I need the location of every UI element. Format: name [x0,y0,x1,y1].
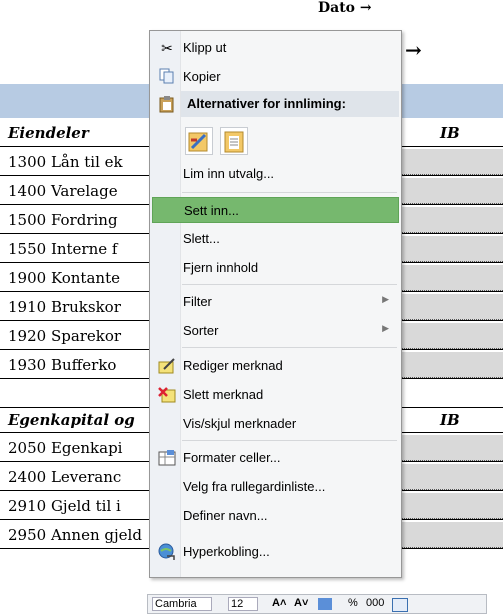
menu-item-edit-comment[interactable]: Rediger merknad [152,353,399,379]
font-size-select[interactable]: 12 [228,597,259,611]
ib-header: IB [440,124,460,142]
clipboard-icon [158,95,176,118]
menu-item-define-name[interactable]: Definer navn... [152,503,399,529]
menu-item-pick-list[interactable]: Velg fra rullegardinliste... [152,474,399,500]
row-label: 2050 Egenkapi [8,439,123,457]
ib-cell[interactable] [395,323,503,349]
menu-item-hyperlink[interactable]: Hyperkobling... [152,539,399,565]
mini-toolbar: Cambria 12 A˄ A˅ % 000 [147,594,487,614]
date-header: Dato → [318,0,372,16]
row-label: 1400 Varelage [8,182,118,200]
row-label: 1550 Interne f [8,240,118,258]
menu-item-delete[interactable]: Slett... [152,226,399,252]
menu-item-cut[interactable]: ✂ Klipp ut [152,35,399,61]
row-label: 2910 Gjeld til i [8,497,121,515]
ib-cell[interactable] [395,149,503,175]
paste-icon[interactable] [220,127,248,155]
row-label: 1930 Bufferko [8,356,117,374]
grow-font-button[interactable]: A˄ [272,597,286,609]
row-label: 1910 Brukskor [8,298,121,316]
copy-icon [158,68,176,86]
row-label: 1300 Lån til ek [8,153,123,171]
ib-cell[interactable] [395,207,503,233]
thousands-button[interactable]: 000 [366,597,384,609]
ib-cell[interactable] [395,435,503,461]
ib-cell[interactable] [395,265,503,291]
edit-comment-icon [158,357,176,375]
arrow-icon: → [405,38,422,62]
ib-cell[interactable] [395,352,503,378]
delete-comment-icon [158,386,176,404]
hyperlink-icon [158,543,176,561]
menu-item-clear[interactable]: Fjern innhold [152,255,399,281]
row-label: 1500 Fordring [8,211,118,229]
separator [182,284,397,285]
shrink-font-button[interactable]: A˅ [294,597,308,609]
menu-item-delete-comment[interactable]: Slett merknad [152,382,399,408]
ib-cell[interactable] [395,178,503,204]
paste-formatting-icon[interactable] [185,127,213,155]
separator [182,347,397,348]
menu-item-copy[interactable]: Kopier [152,64,399,90]
ib-cell[interactable] [395,493,503,519]
equity-header: Egenkapital og [8,411,135,429]
percent-button[interactable]: % [348,597,358,609]
ib-cell[interactable] [395,236,503,262]
format-cells-icon [158,449,176,467]
assets-header: Eiendeler [8,124,89,142]
menu-item-paste-special[interactable]: Lim inn utvalg... [152,161,399,187]
menu-item-insert[interactable]: Sett inn... [152,197,399,223]
row-label: 2950 Annen gjeld [8,526,142,544]
ib-header-2: IB [440,411,460,429]
row-label: 1920 Sparekor [8,327,122,345]
menu-item-format-cells[interactable]: Formater celler... [152,445,399,471]
ib-cell[interactable] [395,294,503,320]
borders-icon[interactable] [392,598,408,612]
row-label: 1900 Kontante [8,269,120,287]
menu-item-sort[interactable]: Sorter ▶ [152,318,399,344]
number-format-icon[interactable] [318,598,332,610]
submenu-arrow-icon: ▶ [382,294,389,304]
row-label: 2400 Leveranc [8,468,122,486]
ib-cell[interactable] [395,464,503,490]
ib-cell[interactable] [395,522,503,548]
separator [182,440,397,441]
paste-options-header: Alternativer for innliming: [181,91,399,117]
separator [182,192,397,193]
menu-item-filter[interactable]: Filter ▶ [152,289,399,315]
font-name-select[interactable]: Cambria [152,597,212,611]
submenu-arrow-icon: ▶ [382,323,389,333]
menu-item-toggle-comments[interactable]: Vis/skjul merknader [152,411,399,437]
scissors-icon: ✂ [161,40,173,56]
context-menu: ✂ Klipp ut Kopier Alternativer for innli… [149,30,402,578]
